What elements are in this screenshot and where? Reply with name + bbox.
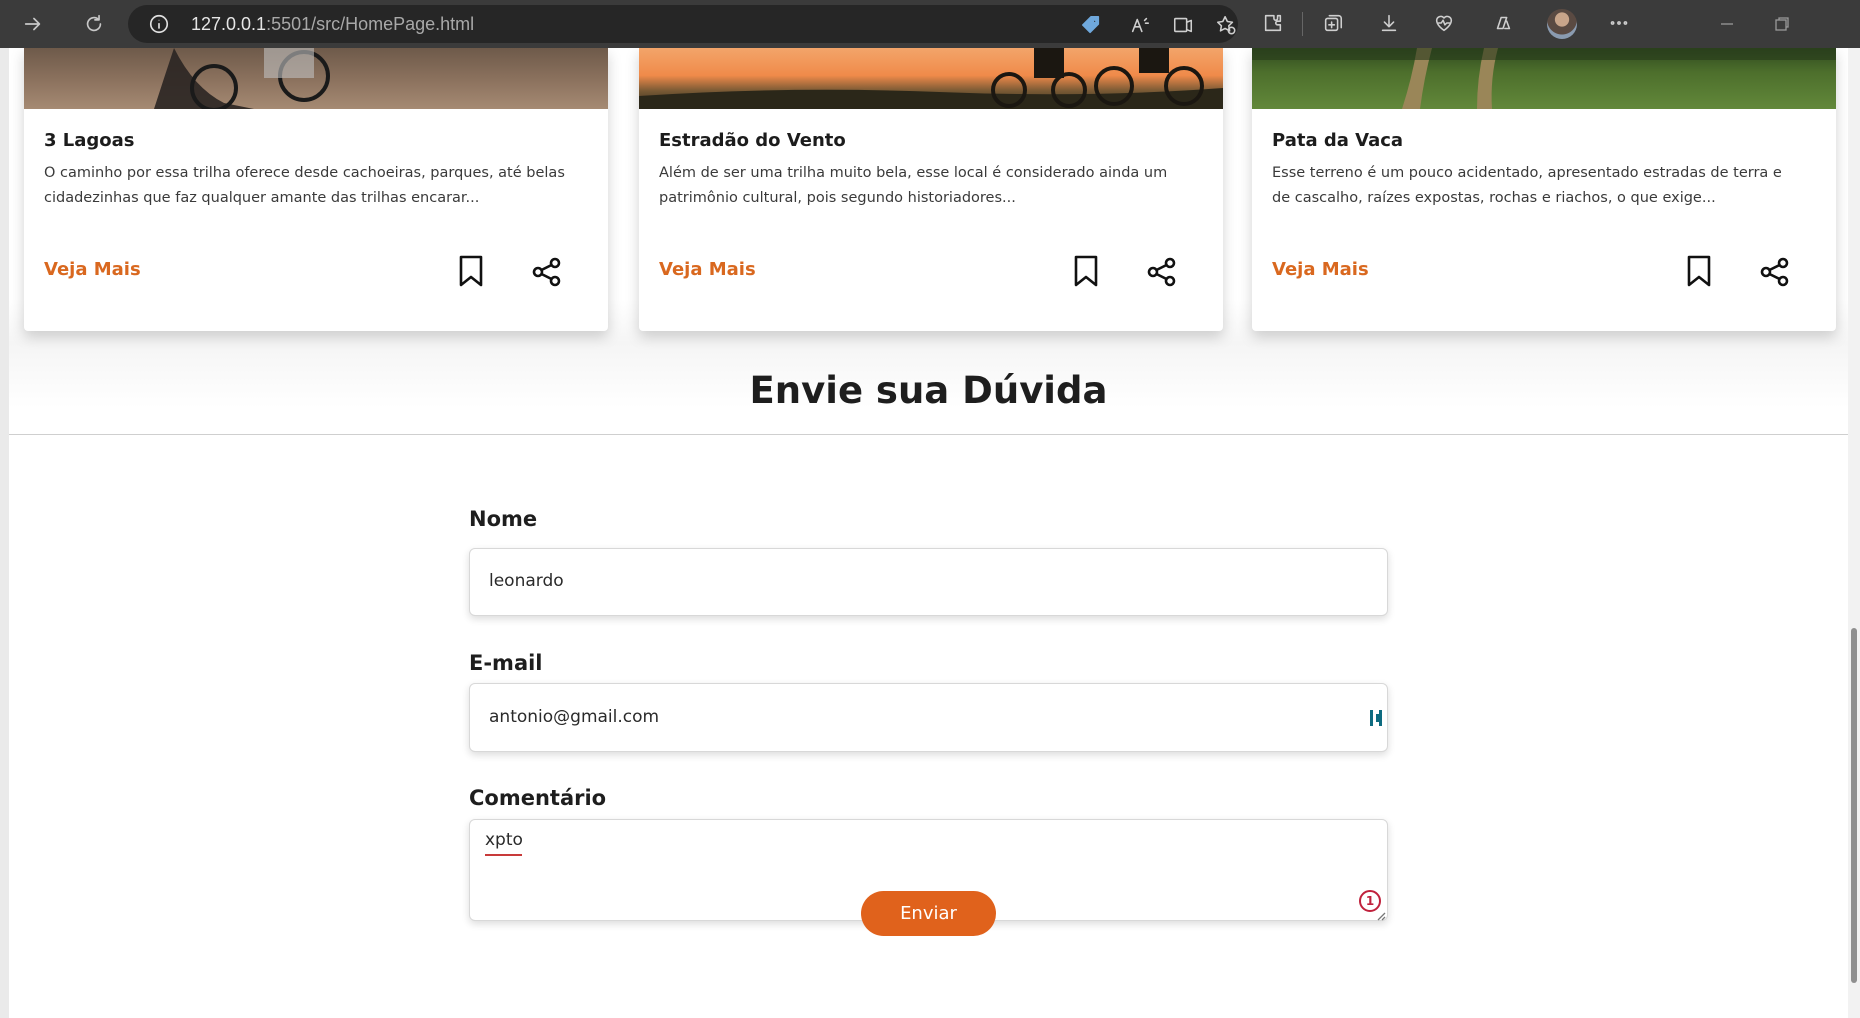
comment-label: Comentário	[469, 786, 607, 810]
submit-button[interactable]: Enviar	[861, 891, 996, 936]
coupon-tag-icon[interactable]	[1080, 14, 1102, 36]
comment-field-value: xpto	[485, 830, 523, 850]
name-label: Nome	[469, 507, 538, 531]
add-favorite-icon[interactable]	[1215, 14, 1237, 36]
name-field[interactable]: leonardo	[469, 548, 1388, 616]
read-aloud-icon[interactable]	[1129, 14, 1151, 36]
bookmark-icon[interactable]	[1072, 254, 1100, 288]
trail-cards-section: 3 Lagoas O caminho por essa trilha ofere…	[9, 48, 1848, 408]
trail-card: Pata da Vaca Esse terreno é um pouco aci…	[1252, 48, 1836, 331]
share-icon[interactable]	[1146, 256, 1178, 288]
copilot-icon[interactable]	[1492, 12, 1514, 34]
card-title: 3 Lagoas	[44, 130, 135, 151]
resize-handle-icon[interactable]	[1376, 906, 1386, 921]
minimize-icon[interactable]	[1713, 10, 1741, 38]
email-label: E-mail	[469, 651, 543, 675]
card-description: O caminho por essa trilha oferece desde …	[44, 165, 565, 206]
see-more-link[interactable]: Veja Mais	[1272, 259, 1369, 280]
collections-icon[interactable]	[1322, 12, 1344, 34]
trail-photo	[1252, 48, 1836, 109]
see-more-link[interactable]: Veja Mais	[659, 259, 756, 280]
email-field-value: antonio@gmail.com	[489, 707, 660, 727]
refresh-icon[interactable]	[78, 8, 110, 40]
profile-avatar[interactable]	[1547, 9, 1577, 39]
forward-icon[interactable]	[17, 8, 49, 40]
section-divider	[9, 434, 1848, 435]
downloads-icon[interactable]	[1378, 12, 1400, 34]
email-field[interactable]: antonio@gmail.com	[469, 683, 1388, 752]
address-bar[interactable]: 127.0.0.1:5501/src/HomePage.html	[128, 5, 1238, 43]
share-icon[interactable]	[531, 256, 563, 288]
card-description: Esse terreno é um pouco acidentado, apre…	[1272, 165, 1782, 206]
address-url[interactable]: 127.0.0.1:5501/src/HomePage.html	[191, 14, 474, 35]
share-icon[interactable]	[1759, 256, 1791, 288]
site-info-icon[interactable]	[148, 13, 170, 35]
card-title: Estradão do Vento	[659, 130, 846, 151]
trail-photo	[24, 48, 608, 109]
card-title: Pata da Vaca	[1272, 130, 1404, 151]
more-options-icon[interactable]	[1608, 12, 1630, 34]
form-section-title: Envie sua Dúvida	[749, 369, 1108, 412]
spelling-underline	[485, 854, 522, 856]
trail-card: Estradão do Vento Além de ser uma trilha…	[639, 48, 1223, 331]
name-field-value: leonardo	[489, 571, 564, 591]
immersive-reader-icon[interactable]	[1172, 14, 1194, 36]
trail-card: 3 Lagoas O caminho por essa trilha ofere…	[24, 48, 608, 331]
extensions-icon[interactable]	[1262, 12, 1284, 34]
bookmark-icon[interactable]	[457, 254, 485, 288]
page-left-edge	[0, 48, 9, 1018]
bookmark-icon[interactable]	[1685, 254, 1713, 288]
see-more-link[interactable]: Veja Mais	[44, 259, 141, 280]
browser-toolbar: 127.0.0.1:5501/src/HomePage.html	[0, 0, 1860, 48]
restore-icon[interactable]	[1768, 10, 1796, 38]
page-scrollbar[interactable]	[1848, 48, 1860, 1018]
browser-essentials-icon[interactable]	[1433, 12, 1455, 34]
card-description: Além de ser uma trilha muito bela, esse …	[659, 165, 1168, 206]
scrollbar-thumb[interactable]	[1851, 628, 1857, 983]
toolbar-divider	[1302, 12, 1303, 36]
trail-photo	[639, 48, 1223, 109]
password-manager-icon[interactable]	[1370, 710, 1384, 728]
